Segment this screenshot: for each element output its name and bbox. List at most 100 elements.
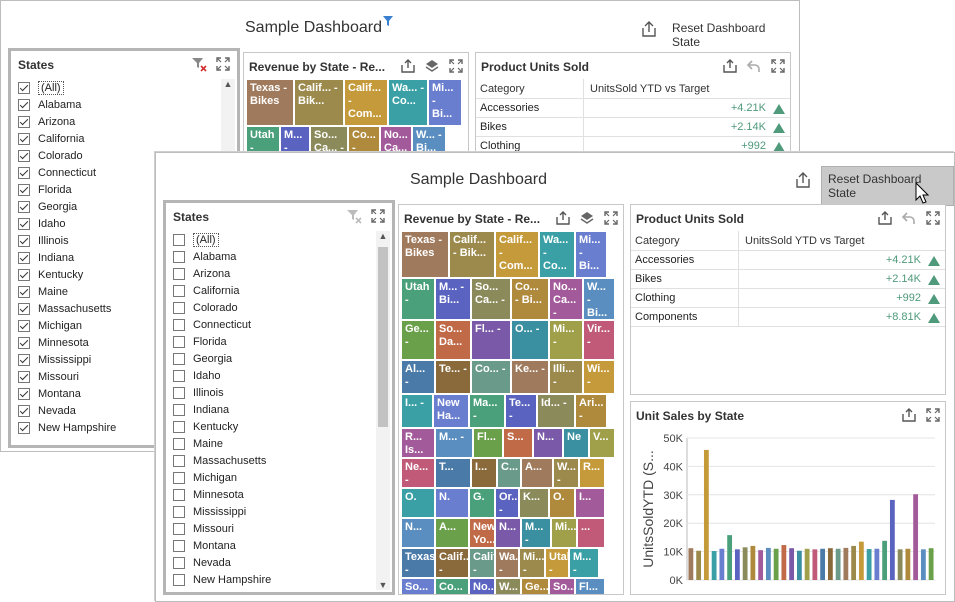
scrollbar[interactable]: ▲ ▼	[376, 231, 390, 590]
state-list-item[interactable]: Illinois	[170, 384, 374, 401]
treemap-tile[interactable]: New Ha...	[433, 394, 469, 428]
state-checkbox[interactable]	[18, 251, 30, 264]
export-icon[interactable]	[901, 407, 917, 423]
reset-dashboard-state-button[interactable]: Reset Dashboard State	[666, 16, 799, 54]
state-list-item[interactable]: Massachusetts	[170, 452, 374, 469]
state-checkbox[interactable]	[18, 115, 30, 128]
bar[interactable]	[711, 551, 717, 580]
state-checkbox[interactable]	[173, 284, 185, 297]
treemap-tile[interactable]: Fl... -	[575, 578, 605, 594]
treemap-tile[interactable]: O.	[401, 488, 435, 518]
treemap-tile[interactable]: So... Ca... -	[401, 578, 435, 594]
state-list-item[interactable]: Michigan	[170, 469, 374, 486]
treemap-tile[interactable]: Ge... -	[401, 320, 435, 360]
treemap-tile[interactable]: M... - Bi...	[435, 278, 471, 320]
treemap-tile[interactable]: Mi... - Bi...	[575, 231, 607, 278]
state-checkbox[interactable]	[173, 505, 185, 518]
bar[interactable]	[905, 548, 911, 580]
treemap-tile[interactable]: R...	[579, 458, 605, 488]
treemap-tile[interactable]: Ke... -	[511, 360, 549, 394]
treemap-tile[interactable]: M... - Bi...	[569, 548, 599, 578]
bar[interactable]	[765, 547, 771, 580]
state-checkbox[interactable]	[173, 454, 185, 467]
treemap-tile[interactable]: A...	[435, 518, 469, 548]
state-checkbox[interactable]	[18, 353, 30, 366]
state-list-item[interactable]: Florida	[170, 333, 374, 350]
state-checkbox[interactable]	[18, 268, 30, 281]
treemap-tile[interactable]: So... Ca... -	[471, 278, 511, 320]
grid-row[interactable]: Components +8.81K	[631, 308, 945, 327]
treemap-tile[interactable]: No... Ca... -	[469, 578, 495, 594]
state-checkbox[interactable]	[173, 488, 185, 501]
treemap-tile[interactable]: Illi... -	[549, 360, 583, 394]
clear-filter-icon[interactable]	[346, 208, 362, 224]
treemap-tile[interactable]: W... -	[553, 458, 579, 488]
grid-row[interactable]: Accessories +4.21K	[631, 251, 945, 270]
clear-filter-icon[interactable]	[191, 56, 207, 72]
state-checkbox[interactable]	[173, 301, 185, 314]
state-checkbox[interactable]	[18, 234, 30, 247]
layers-icon[interactable]	[579, 210, 595, 226]
treemap-tile[interactable]: Texas - Bikes	[401, 548, 435, 578]
treemap-tile[interactable]: Co... - Bi...	[511, 278, 549, 320]
state-checkbox[interactable]	[18, 302, 30, 315]
maximize-icon[interactable]	[925, 210, 941, 226]
treemap-tile[interactable]: Texas - Bikes	[401, 231, 449, 278]
treemap-tile[interactable]: Or... -	[495, 488, 519, 518]
state-checkbox[interactable]	[173, 573, 185, 586]
treemap-tile[interactable]: So... Da...	[435, 320, 471, 360]
bar[interactable]	[835, 548, 841, 580]
treemap-tile[interactable]: I... -	[401, 394, 433, 428]
state-checkbox[interactable]	[18, 387, 30, 400]
maximize-icon[interactable]	[370, 208, 386, 224]
state-list-item[interactable]: Maine	[170, 435, 374, 452]
treemap-tile[interactable]: M... -	[521, 518, 551, 548]
export-icon[interactable]	[400, 58, 416, 74]
treemap-tile[interactable]: Utah -	[401, 278, 435, 320]
treemap-tile[interactable]: Fl... -	[471, 320, 511, 360]
undo-icon[interactable]	[746, 58, 762, 74]
treemap-tile[interactable]: Calif... - Bik...	[294, 79, 344, 126]
treemap-tile[interactable]: Calif... - Bik...	[435, 548, 469, 578]
treemap-tile[interactable]: ...	[577, 518, 605, 548]
state-checkbox[interactable]	[173, 420, 185, 433]
treemap-tile[interactable]: R... Is...	[401, 428, 435, 458]
state-list-item[interactable]: Idaho	[170, 367, 374, 384]
state-checkbox[interactable]	[18, 319, 30, 332]
state-checkbox[interactable]	[18, 404, 30, 417]
treemap-tile[interactable]: Ne... -	[401, 458, 435, 488]
state-list-item[interactable]: Alabama	[170, 248, 374, 265]
bar[interactable]	[920, 549, 926, 580]
state-checkbox[interactable]	[173, 352, 185, 365]
state-list-item[interactable]: New Hampshire	[170, 571, 374, 588]
treemap-tile[interactable]: T...	[435, 458, 471, 488]
treemap-tile[interactable]: Fl...	[473, 428, 503, 458]
treemap-tile[interactable]: Mi... - Bi...	[519, 548, 545, 578]
treemap-tile[interactable]: Ge... -	[521, 578, 549, 594]
treemap-tile[interactable]: O.	[549, 488, 575, 518]
state-checkbox[interactable]	[173, 369, 185, 382]
scrollbar-thumb[interactable]	[378, 247, 388, 427]
state-list-item[interactable]: Colorado	[170, 299, 374, 316]
maximize-icon[interactable]	[215, 56, 231, 72]
treemap-tile[interactable]: Calif... - Com...	[344, 79, 388, 126]
state-list-item[interactable]: (All)	[15, 79, 219, 96]
treemap-tile[interactable]: Te... -	[505, 394, 537, 428]
state-checkbox[interactable]	[18, 132, 30, 145]
export-icon[interactable]	[877, 210, 893, 226]
bar[interactable]	[727, 535, 733, 580]
bar[interactable]	[820, 548, 826, 580]
treemap-tile[interactable]: N...	[495, 518, 521, 548]
state-checkbox[interactable]	[18, 149, 30, 162]
state-list-item[interactable]: Alabama	[15, 96, 219, 113]
state-checkbox[interactable]	[18, 285, 30, 298]
treemap-tile[interactable]: O... -	[511, 320, 549, 360]
state-checkbox[interactable]	[173, 233, 185, 246]
state-checkbox[interactable]	[173, 522, 185, 535]
treemap-tile[interactable]: Al... -	[401, 360, 435, 394]
grid-row[interactable]: Clothing +992	[631, 289, 945, 308]
bar[interactable]	[858, 541, 864, 580]
bar[interactable]	[789, 548, 795, 580]
state-checkbox[interactable]	[18, 166, 30, 179]
treemap-tile[interactable]: Wa... - Co...	[388, 79, 428, 126]
